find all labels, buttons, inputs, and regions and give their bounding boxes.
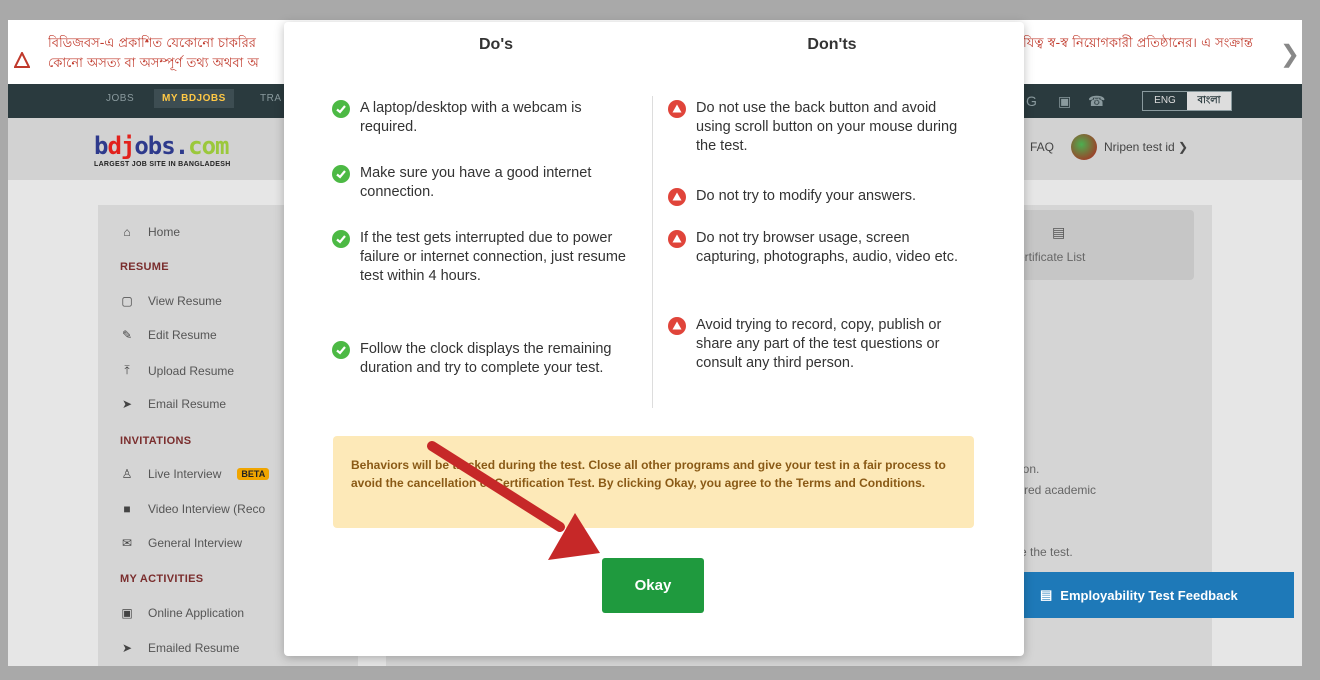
send-icon: ➤ <box>121 641 133 655</box>
edit-icon: ✎ <box>121 328 133 342</box>
notice-text-left-2: কোনো অসত্য বা অসম্পূর্ণ তথ্য অথবা অ <box>48 56 259 71</box>
dos-title: Do's <box>478 36 514 53</box>
do-rule: Make sure you have a good internet conne… <box>332 164 630 202</box>
sidebar-item-upload-resume[interactable]: ⤒ Upload Resume <box>120 363 234 378</box>
sidebar-item-video-interview[interactable]: ■ Video Interview (Reco <box>120 502 265 516</box>
warning-triangle-icon <box>668 188 686 206</box>
certificate-icon: ▤ <box>1052 224 1066 240</box>
test-rules-modal: Do's Don'ts A laptop/desktop with a webc… <box>284 22 1024 656</box>
sidebar-item-general-interview[interactable]: ✉ General Interview <box>120 536 242 550</box>
background-text-3: e the test. <box>1020 545 1073 559</box>
employability-feedback-button[interactable]: ▤ Employability Test Feedback <box>1024 572 1294 618</box>
user-menu[interactable]: Nripen test id ❯ <box>1104 140 1188 154</box>
warning-triangle-icon <box>668 100 686 118</box>
sidebar-item-emailed-resume[interactable]: ➤ Emailed Resume <box>120 641 239 655</box>
mail-icon: ✉ <box>121 536 133 550</box>
do-rule: If the test gets interrupted due to powe… <box>332 229 630 286</box>
dont-rule: Do not try to modify your answers. <box>668 187 966 206</box>
sidebar-item-email-resume[interactable]: ➤ Email Resume <box>120 397 226 411</box>
donts-title: Don'ts <box>807 36 857 53</box>
nav-jobs[interactable]: JOBS <box>106 93 134 104</box>
sidebar-heading-activities: MY ACTIVITIES <box>120 573 204 585</box>
background-text-2: rred academic <box>1020 483 1097 497</box>
check-circle-icon <box>332 100 350 118</box>
faq-link[interactable]: FAQ <box>1030 140 1054 154</box>
logo-tagline: LARGEST JOB SITE IN BANGLADESH <box>94 161 231 168</box>
nav-training[interactable]: TRA <box>260 93 282 104</box>
certificate-list-card[interactable]: ▤ y Certificate List <box>1000 210 1194 280</box>
sidebar-item-edit-resume[interactable]: ✎ Edit Resume <box>120 328 217 342</box>
dont-rule: Do not use the back button and avoid usi… <box>668 99 966 156</box>
check-circle-icon <box>332 165 350 183</box>
google-icon[interactable]: G <box>1026 93 1037 109</box>
dont-rule: Do not try browser usage, screen capturi… <box>668 229 966 267</box>
phone-icon[interactable]: ☎ <box>1088 93 1105 110</box>
do-rule: A laptop/desktop with a webcam is requir… <box>332 99 630 137</box>
notice-text-left-1: বিডিজবস-এ প্রকাশিত যেকোনো চাকরির <box>48 36 256 51</box>
upload-icon: ⤒ <box>124 363 130 377</box>
check-circle-icon <box>332 341 350 359</box>
video-camera-icon: ■ <box>123 502 131 516</box>
document-icon: ▢ <box>121 294 133 308</box>
chevron-right-icon[interactable]: ❯ <box>1280 40 1300 69</box>
okay-button[interactable]: Okay <box>602 558 704 613</box>
certificate-icon: ▤ <box>1040 587 1053 602</box>
youtube-icon[interactable]: ▣ <box>1058 93 1071 110</box>
home-icon: ⌂ <box>123 225 131 239</box>
behavior-warning: Behaviors will be tracked during the tes… <box>333 436 974 528</box>
bdjobs-logo[interactable]: bdjobs.com LARGEST JOB SITE IN BANGLADES… <box>94 132 231 168</box>
dont-rule: Avoid trying to record, copy, publish or… <box>668 316 966 373</box>
sidebar-item-view-resume[interactable]: ▢ View Resume <box>120 294 221 308</box>
send-icon: ➤ <box>121 397 133 411</box>
check-circle-icon <box>332 230 350 248</box>
nav-my-bdjobs[interactable]: MY BDJOBS <box>154 89 234 108</box>
beta-badge: BETA <box>237 468 270 480</box>
chevron-down-icon: ❯ <box>1178 140 1189 154</box>
do-rule: Follow the clock displays the remaining … <box>332 340 630 378</box>
sidebar-heading-invitations: INVITATIONS <box>120 435 192 447</box>
sidebar-item-home[interactable]: ⌂ Home <box>120 225 180 239</box>
live-icon: ♙ <box>121 467 133 481</box>
warning-triangle-icon <box>14 52 30 68</box>
sidebar-heading-resume: RESUME <box>120 261 169 273</box>
lang-bangla[interactable]: বাংলা <box>1187 92 1231 110</box>
column-divider <box>652 96 653 408</box>
avatar[interactable] <box>1071 134 1097 160</box>
warning-triangle-icon <box>668 230 686 248</box>
warning-triangle-icon <box>668 317 686 335</box>
sidebar-item-live-interview[interactable]: ♙ Live Interview BETA <box>120 467 270 481</box>
document-icon: ▣ <box>121 606 133 620</box>
notice-text-right-1: যিত্ব স্ব-স্ব নিয়োগকারী প্রতিষ্ঠানের। এ… <box>1023 36 1253 51</box>
lang-english[interactable]: ENG <box>1143 92 1187 110</box>
language-toggle[interactable]: ENG বাংলা <box>1142 91 1232 111</box>
sidebar-item-online-application[interactable]: ▣ Online Application <box>120 606 244 620</box>
